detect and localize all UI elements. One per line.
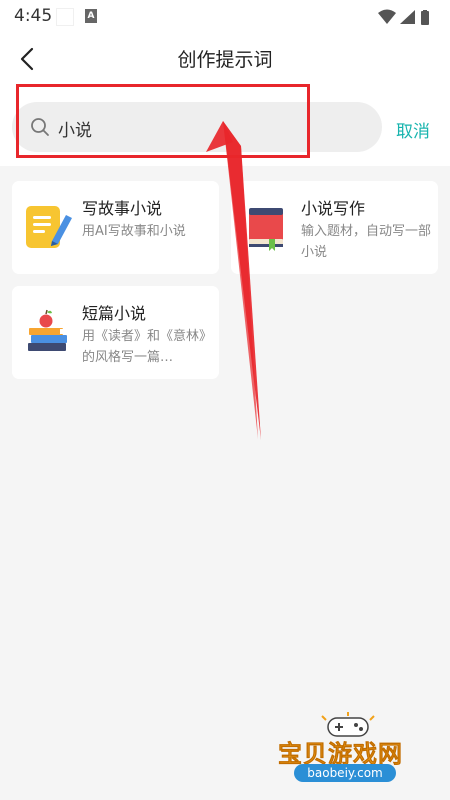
- system-status-icons: [378, 9, 429, 25]
- status-bar: 4:45 A: [0, 0, 450, 34]
- watermark-logo: 宝贝游戏网 baobeiy.com: [278, 712, 428, 790]
- card-desc: 输入题材，自动写一部小说: [301, 224, 432, 260]
- notification-a-icon: A: [85, 9, 97, 23]
- card-title: 小说写作: [301, 199, 366, 218]
- highlight-box: [16, 84, 310, 158]
- wifi-icon: [378, 9, 396, 24]
- battery-icon: [421, 10, 429, 25]
- prompt-card-novel-writing[interactable]: 小说写作 输入题材，自动写一部小说: [231, 181, 438, 274]
- card-desc: 用《读者》和《意林》的风格写一篇…: [82, 329, 213, 365]
- red-book-icon: [249, 208, 283, 251]
- cancel-button[interactable]: 取消: [396, 117, 430, 142]
- prompt-card-write-story[interactable]: 写故事小说 用AI写故事和小说: [12, 181, 219, 274]
- signal-icon: [400, 10, 415, 24]
- watermark-url: baobeiy.com: [294, 764, 396, 782]
- header: 创作提示词: [0, 34, 450, 84]
- prompt-card-short-story[interactable]: 短篇小说 用《读者》和《意林》的风格写一篇…: [12, 286, 219, 379]
- notepad-pencil-icon: [26, 206, 72, 248]
- books-apple-icon: [28, 309, 67, 351]
- card-desc: 用AI写故事和小说: [82, 224, 186, 239]
- notification-square-icon: [56, 8, 74, 26]
- page-title: 创作提示词: [177, 49, 273, 71]
- card-title: 写故事小说: [82, 199, 163, 218]
- card-title: 短篇小说: [82, 304, 147, 323]
- status-time: 4:45: [14, 6, 53, 26]
